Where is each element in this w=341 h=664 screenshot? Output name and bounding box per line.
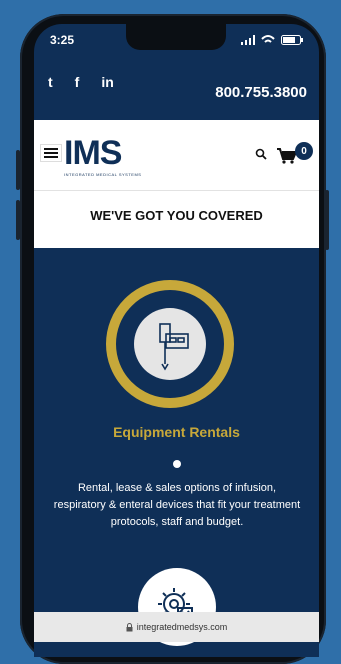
twitter-icon[interactable]: t (48, 74, 53, 90)
camera-notch (126, 24, 226, 50)
ims-logo[interactable]: IMS (64, 134, 122, 173)
browser-address-bar[interactable]: integratedmedsys.com (34, 612, 319, 642)
social-bar: t f in 800.755.3800 (34, 56, 319, 102)
screen: 3:25 t f in 800.755.3800 IMS INTEGRATED … (34, 24, 319, 657)
wifi-icon (261, 35, 275, 43)
search-icon[interactable] (255, 148, 267, 160)
status-time: 3:25 (50, 33, 75, 47)
equipment-rentals-badge[interactable] (104, 278, 236, 410)
tagline: WE'VE GOT YOU COVERED (90, 208, 263, 223)
hero-description: Rental, lease & sales options of infusio… (53, 482, 301, 528)
volume-down-button (16, 200, 20, 240)
cart-icon[interactable] (277, 148, 297, 164)
linkedin-icon[interactable]: in (101, 74, 113, 90)
volume-up-button (16, 150, 20, 190)
hamburger-menu-icon[interactable] (40, 144, 62, 162)
social-icons: t f in (48, 74, 114, 90)
header-divider (34, 190, 319, 191)
battery-icon (281, 35, 303, 45)
cart-count-badge: 0 (295, 142, 313, 160)
power-button (325, 190, 329, 250)
lock-icon (126, 622, 133, 631)
logo-subtitle: INTEGRATED MEDICAL SYSTEMS (64, 172, 142, 177)
signal-icon (241, 35, 255, 45)
facebook-icon[interactable]: f (75, 74, 80, 90)
status-icons (241, 35, 303, 45)
site-header: IMS INTEGRATED MEDICAL SYSTEMS 0 WE'VE G… (34, 120, 319, 248)
url-text: integratedmedsys.com (136, 622, 228, 632)
carousel-dot[interactable] (173, 460, 181, 468)
phone-number-link[interactable]: 800.755.3800 (215, 84, 307, 101)
hero-title: Equipment Rentals (113, 424, 240, 440)
